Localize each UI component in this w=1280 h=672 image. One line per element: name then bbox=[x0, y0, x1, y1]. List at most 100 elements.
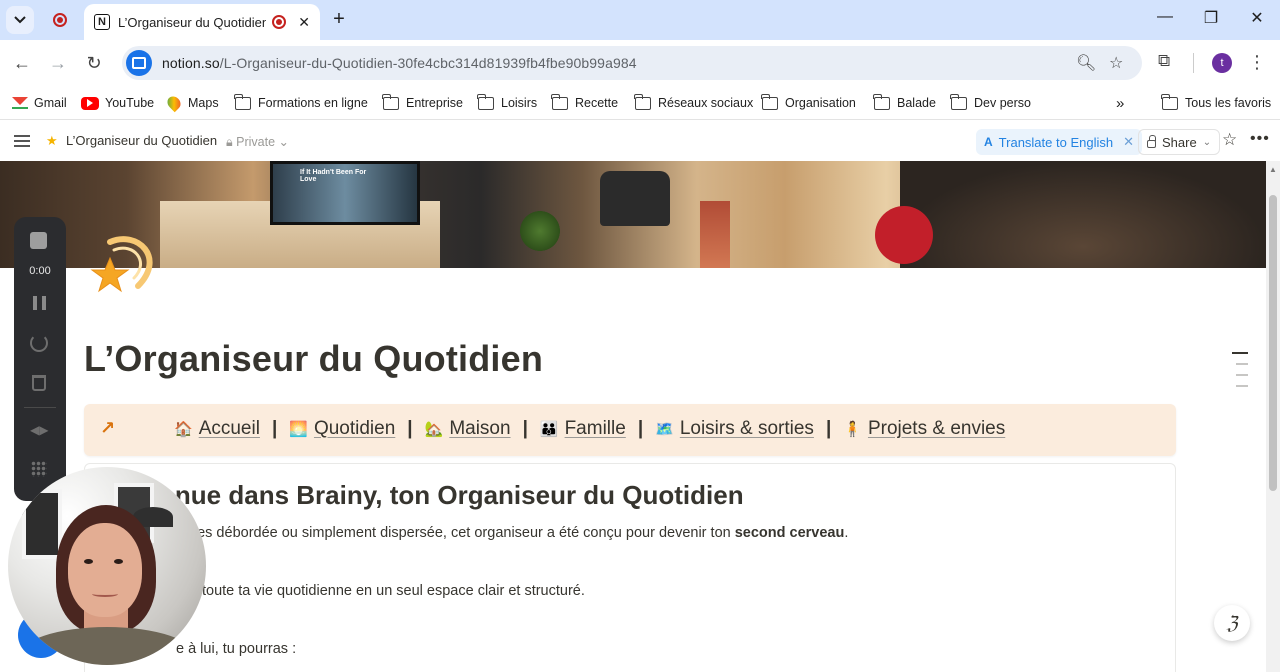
nav-link-quotidien[interactable]: Quotidien bbox=[314, 418, 395, 440]
bookmarks-bar: Gmail YouTube Maps Formations en ligne E… bbox=[0, 86, 1280, 120]
bookmark-folder-reseaux[interactable]: Réseaux sociaux bbox=[634, 92, 753, 114]
family-icon: 👪 bbox=[539, 421, 559, 438]
browser-tab-strip: N L’Organiseur du Quotidien ✕ + — ❐ ✕ bbox=[0, 0, 1280, 40]
folder-icon bbox=[1161, 93, 1178, 110]
youtube-icon bbox=[81, 96, 99, 110]
profile-avatar[interactable]: t bbox=[1212, 53, 1232, 73]
bookmark-gmail[interactable]: Gmail bbox=[12, 92, 67, 114]
nav-link-accueil[interactable]: Accueil bbox=[199, 418, 260, 440]
screen-record-icon[interactable] bbox=[126, 50, 152, 76]
nav-separator: | bbox=[407, 418, 413, 439]
cover-plant bbox=[520, 211, 560, 251]
page-star-icon: ★ bbox=[46, 133, 58, 148]
tab-search-button[interactable] bbox=[6, 6, 34, 34]
new-tab-button[interactable]: + bbox=[328, 9, 350, 31]
breadcrumb-page-title[interactable]: L’Organiseur du Quotidien bbox=[66, 133, 217, 148]
browser-toolbar: ← → ↻ notion.so/L-Organiseur-du-Quotidie… bbox=[0, 40, 1280, 86]
welcome-heading[interactable]: venue dans Brainy, ton Organiseur du Quo… bbox=[146, 480, 744, 511]
share-button[interactable]: Share ⌄ bbox=[1138, 129, 1221, 155]
table-of-contents-minimap[interactable] bbox=[1232, 352, 1248, 396]
notion-topbar: ★ L’Organiseur du Quotidien 🔒︎ Private ⌄… bbox=[0, 121, 1280, 161]
navigation-callout: ↗ 🏠 Accueil | 🌅 Quotidien | 🏡 Maison | 👪… bbox=[84, 404, 1176, 456]
page-cover-image: If It Hadn't Been For Love bbox=[0, 161, 1266, 268]
house-icon: 🏡 bbox=[424, 421, 444, 438]
close-window-button[interactable]: ✕ bbox=[1245, 8, 1269, 28]
nav-link-maison[interactable]: Maison bbox=[449, 418, 510, 440]
extensions-icon[interactable]: ⧉ bbox=[1158, 51, 1170, 71]
drag-handle-icon[interactable] bbox=[31, 461, 47, 477]
more-options-icon[interactable]: ••• bbox=[1250, 130, 1270, 148]
pause-icon[interactable] bbox=[33, 296, 46, 310]
translate-icon: A bbox=[984, 135, 993, 149]
cover-chair bbox=[600, 171, 670, 226]
folder-icon bbox=[761, 93, 778, 110]
restart-icon[interactable] bbox=[30, 334, 48, 352]
all-bookmarks-folder[interactable]: Tous les favoris bbox=[1161, 92, 1271, 114]
zoom-icon[interactable]: 🔍︎ bbox=[1076, 53, 1096, 73]
nav-link-projets[interactable]: Projets & envies bbox=[868, 418, 1005, 440]
panel-divider bbox=[24, 407, 56, 408]
gmail-icon bbox=[12, 97, 28, 109]
tab-title: L’Organiseur du Quotidien bbox=[118, 14, 267, 30]
restore-button[interactable]: ❐ bbox=[1199, 8, 1223, 28]
bookmark-folder-recette[interactable]: Recette bbox=[551, 92, 618, 114]
sunrise-icon: 🌅 bbox=[289, 421, 308, 438]
nav-separator: | bbox=[637, 418, 644, 439]
chevron-down-icon bbox=[14, 16, 26, 24]
folder-icon bbox=[551, 93, 568, 110]
bookmark-folder-dev-perso[interactable]: Dev perso bbox=[950, 92, 1031, 114]
trash-icon[interactable] bbox=[32, 375, 46, 391]
recording-indicator-button[interactable] bbox=[46, 6, 74, 34]
folder-icon bbox=[634, 93, 651, 110]
bookmark-maps[interactable]: Maps bbox=[164, 92, 219, 114]
bookmark-star-icon[interactable]: ☆ bbox=[1109, 53, 1123, 73]
folder-icon bbox=[873, 93, 890, 110]
collapse-icon[interactable]: ◀▶ bbox=[30, 423, 48, 437]
stop-recording-button[interactable] bbox=[30, 232, 47, 249]
browser-menu-icon[interactable]: ⋮ bbox=[1248, 52, 1266, 73]
translate-button[interactable]: A Translate to English ✕ bbox=[976, 129, 1142, 155]
webcam-bubble[interactable] bbox=[8, 467, 206, 665]
cover-books bbox=[700, 201, 730, 268]
page-scrollbar[interactable]: ▲ bbox=[1266, 161, 1280, 672]
bookmark-folder-loisirs[interactable]: Loisirs bbox=[477, 92, 537, 114]
shooting-star-icon[interactable] bbox=[88, 228, 160, 300]
folder-icon bbox=[234, 93, 251, 110]
folder-icon bbox=[477, 93, 494, 110]
lock-icon bbox=[1147, 135, 1156, 148]
arrow-up-right-icon: ↗ bbox=[100, 418, 116, 438]
page-title[interactable]: L’Organiseur du Quotidien bbox=[84, 338, 543, 380]
bookmark-folder-formations[interactable]: Formations en ligne bbox=[234, 92, 368, 114]
nav-links: 🏠 Accueil | 🌅 Quotidien | 🏡 Maison | 👪 F… bbox=[174, 418, 1005, 440]
scrollbar-thumb[interactable] bbox=[1269, 195, 1277, 491]
address-bar[interactable]: notion.so/L-Organiseur-du-Quotidien-30fe… bbox=[122, 46, 1142, 80]
nav-link-famille[interactable]: Famille bbox=[565, 418, 626, 440]
person-icon: 🧍 bbox=[843, 421, 862, 438]
bookmark-youtube[interactable]: YouTube bbox=[81, 92, 154, 114]
cover-sofa bbox=[900, 161, 1266, 268]
notion-ai-button[interactable]: ℨ bbox=[1214, 605, 1250, 641]
minimize-button[interactable]: — bbox=[1153, 8, 1177, 26]
welcome-paragraph-1[interactable]: ntes débordée ou simplement dispersée, c… bbox=[185, 525, 848, 541]
forward-button[interactable]: → bbox=[46, 51, 70, 75]
cover-tv-text: If It Hadn't Been For Love bbox=[300, 169, 367, 183]
bookmark-folder-entreprise[interactable]: Entreprise bbox=[382, 92, 463, 114]
bookmark-folder-balade[interactable]: Balade bbox=[873, 92, 936, 114]
active-tab[interactable]: N L’Organiseur du Quotidien ✕ bbox=[84, 4, 320, 40]
nav-link-loisirs[interactable]: Loisirs & sorties bbox=[680, 418, 814, 440]
back-button[interactable]: ← bbox=[10, 51, 34, 75]
bookmarks-overflow-button[interactable]: » bbox=[1116, 92, 1124, 114]
privacy-dropdown[interactable]: 🔒︎ Private ⌄ bbox=[226, 134, 289, 150]
home-icon: 🏠 bbox=[174, 421, 193, 438]
bookmark-folder-organisation[interactable]: Organisation bbox=[761, 92, 856, 114]
close-icon[interactable]: ✕ bbox=[1123, 134, 1134, 150]
scroll-up-icon[interactable]: ▲ bbox=[1269, 165, 1277, 174]
welcome-paragraph-2[interactable]: toute ta vie quotidienne en un seul espa… bbox=[202, 583, 585, 599]
sidebar-menu-icon[interactable] bbox=[14, 135, 30, 147]
url-text: notion.so/L-Organiseur-du-Quotidien-30fe… bbox=[162, 55, 637, 71]
folder-icon bbox=[382, 93, 399, 110]
toolbar-divider bbox=[1193, 53, 1194, 73]
reload-button[interactable]: ↻ bbox=[82, 51, 106, 75]
tab-close-icon[interactable]: ✕ bbox=[298, 14, 310, 31]
favorite-star-icon[interactable]: ☆ bbox=[1222, 130, 1237, 150]
